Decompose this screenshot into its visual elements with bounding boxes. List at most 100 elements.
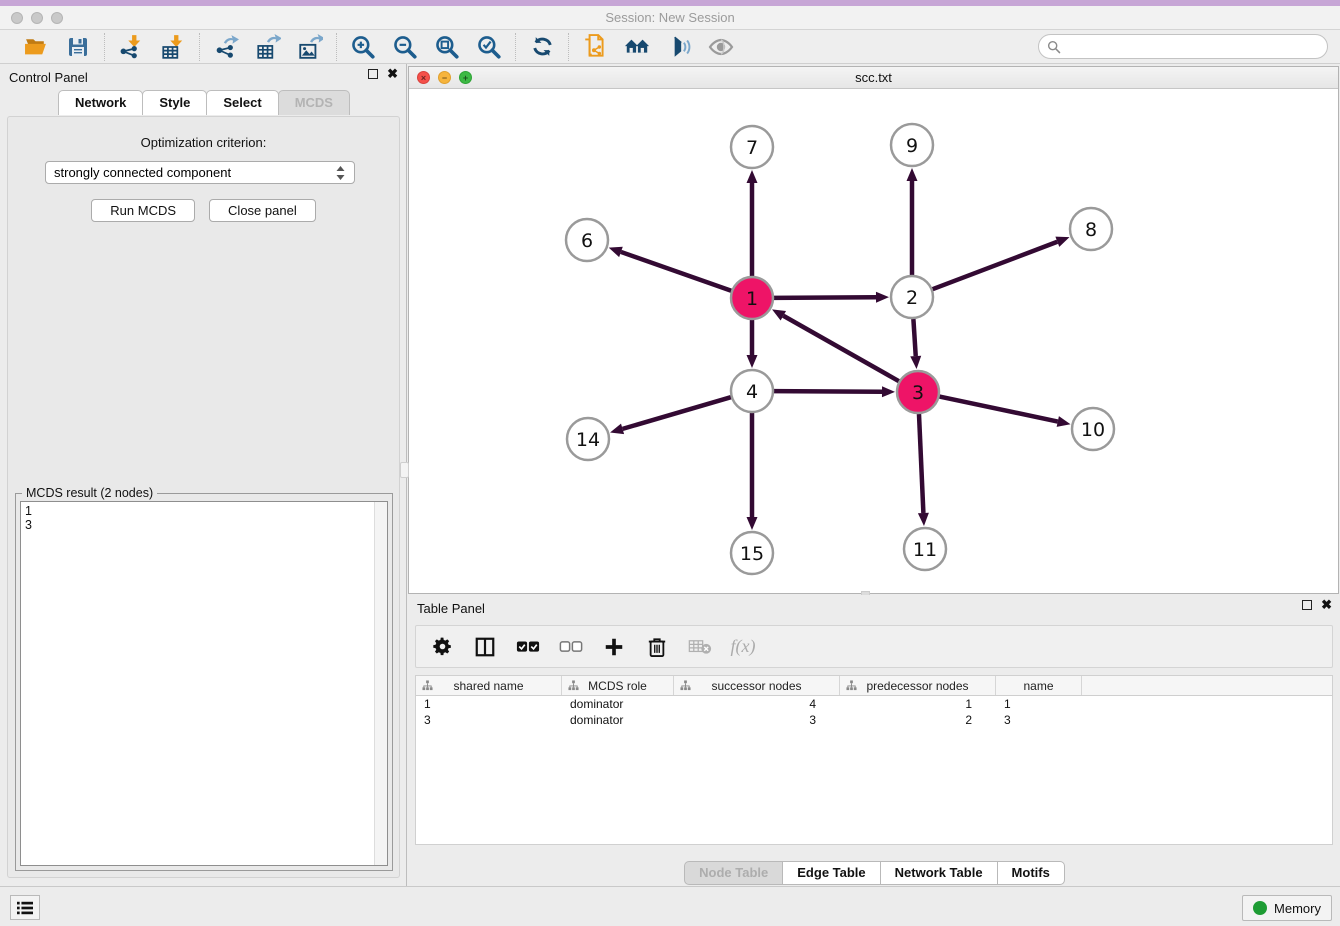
graph-node-label-3: 3 (912, 382, 924, 404)
zoom-out-icon[interactable] (392, 34, 418, 60)
graph-arrowhead (747, 355, 758, 368)
graph-arrowhead (876, 292, 889, 303)
tab-mcds[interactable]: MCDS (278, 90, 350, 115)
close-panel-button[interactable]: Close panel (209, 199, 316, 222)
search-input[interactable] (1066, 40, 1327, 54)
column-header-predecessor-nodes[interactable]: predecessor nodes (840, 676, 996, 695)
table-toolbar: f(x) (415, 625, 1333, 668)
tab-edge-table[interactable]: Edge Table (782, 861, 880, 885)
export-network-icon[interactable] (213, 34, 239, 60)
graph-arrowhead (610, 424, 624, 435)
result-scrollbar[interactable] (374, 502, 387, 865)
graph-node-label-15: 15 (740, 543, 764, 565)
table-row[interactable]: 3 dominator 3 2 3 (416, 712, 1332, 728)
close-panel-icon[interactable]: ✖ (387, 69, 398, 79)
table-row[interactable]: 1 dominator 4 1 1 (416, 696, 1332, 712)
control-panel: Control Panel ✖ Network Style Select MCD… (0, 64, 407, 886)
clear-all-checks-icon[interactable] (559, 635, 583, 659)
table-header-row: shared name MCDS role successor nodes (416, 676, 1332, 696)
export-table-icon[interactable] (255, 34, 281, 60)
table-tabs: Node Table Edge Table Network Table Moti… (408, 861, 1340, 885)
tab-style[interactable]: Style (142, 90, 207, 115)
export-image-icon[interactable] (297, 34, 323, 60)
mcds-result-text[interactable]: 1 3 (20, 501, 388, 866)
save-session-icon[interactable] (65, 34, 91, 60)
import-network-icon[interactable] (118, 34, 144, 60)
network-view-window: × − + scc.txt 1234678910111415 (408, 66, 1339, 594)
column-header-successor-nodes[interactable]: successor nodes (674, 676, 840, 695)
apply-function-icon[interactable]: f(x) (731, 635, 755, 659)
node-table[interactable]: shared name MCDS role successor nodes (415, 675, 1333, 845)
select-all-checks-icon[interactable] (516, 635, 540, 659)
column-header-mcds-role[interactable]: MCDS role (562, 676, 674, 695)
delete-table-icon[interactable] (688, 635, 712, 659)
network-file-icon[interactable] (582, 34, 608, 60)
graph-arrowhead (918, 513, 929, 526)
mcds-result-box: MCDS result (2 nodes) 1 3 (15, 493, 393, 871)
network-title: scc.txt (409, 70, 1338, 85)
refresh-layout-icon[interactable] (529, 34, 555, 60)
import-table-icon[interactable] (160, 34, 186, 60)
column-header-shared-name[interactable]: shared name (416, 676, 562, 695)
hierarchy-icon (422, 680, 433, 691)
column-header-name[interactable]: name (996, 676, 1082, 695)
control-panel-tabs: Network Style Select MCDS (0, 90, 407, 115)
graph-edge-3-10[interactable] (940, 397, 1058, 422)
table-panel-title: Table Panel (417, 601, 485, 616)
table-settings-icon[interactable] (430, 635, 454, 659)
graph-edge-3-11[interactable] (919, 414, 923, 513)
hierarchy-icon (568, 680, 579, 691)
hierarchy-icon (846, 680, 857, 691)
zoom-selected-icon[interactable] (476, 34, 502, 60)
search-box (1038, 34, 1328, 59)
titlebar: Session: New Session (0, 6, 1340, 30)
session-title: Session: New Session (0, 10, 1340, 25)
graph-edge-4-14[interactable] (623, 397, 731, 429)
graphics-details-icon[interactable] (666, 34, 692, 60)
tab-motifs[interactable]: Motifs (997, 861, 1065, 885)
show-columns-icon[interactable] (473, 635, 497, 659)
zoom-fit-icon[interactable] (434, 34, 460, 60)
graph-node-label-7: 7 (746, 137, 758, 159)
float-table-panel-icon[interactable] (1302, 600, 1312, 610)
graph-edge-3-1[interactable] (783, 316, 899, 381)
vertical-splitter-grip[interactable] (400, 462, 409, 478)
tab-network-table[interactable]: Network Table (880, 861, 998, 885)
open-session-icon[interactable] (23, 34, 49, 60)
optimization-criterion-label: Optimization criterion: (8, 135, 399, 150)
table-panel: Table Panel ✖ (408, 595, 1340, 886)
graph-node-label-9: 9 (906, 135, 918, 157)
home-layout-icon[interactable] (624, 34, 650, 60)
list-icon (16, 900, 34, 916)
stepper-icon (335, 165, 346, 181)
task-history-button[interactable] (10, 895, 40, 920)
status-bar: Memory (0, 886, 1340, 926)
delete-row-icon[interactable] (645, 635, 669, 659)
graph-edge-1-6[interactable] (621, 252, 731, 291)
mcds-panel: Optimization criterion: strongly connect… (7, 116, 400, 878)
graph-arrowhead (1057, 416, 1071, 427)
graph-edge-2-3[interactable] (913, 319, 915, 356)
eye-hidden-icon[interactable] (708, 34, 734, 60)
graph-edge-4-3[interactable] (774, 391, 882, 392)
float-panel-icon[interactable] (368, 69, 378, 79)
memory-status-icon (1253, 901, 1267, 915)
graph-node-label-10: 10 (1081, 419, 1105, 441)
zoom-in-icon[interactable] (350, 34, 376, 60)
tab-select[interactable]: Select (206, 90, 278, 115)
close-table-panel-icon[interactable]: ✖ (1321, 600, 1332, 610)
optimization-criterion-select[interactable]: strongly connected component (45, 161, 355, 184)
run-mcds-button[interactable]: Run MCDS (91, 199, 195, 222)
network-canvas[interactable]: 1234678910111415 (409, 89, 1338, 593)
graph-arrowhead (882, 386, 895, 397)
graph-edge-2-8[interactable] (933, 242, 1058, 289)
tab-network[interactable]: Network (58, 90, 143, 115)
graph-edge-1-2[interactable] (774, 297, 876, 298)
tab-node-table[interactable]: Node Table (684, 861, 783, 885)
memory-button[interactable]: Memory (1242, 895, 1332, 921)
add-row-icon[interactable] (602, 635, 626, 659)
application-window: Session: New Session (0, 0, 1340, 926)
graph-arrowhead (1055, 237, 1069, 247)
graph-arrowhead (747, 170, 758, 183)
search-icon (1047, 40, 1061, 54)
